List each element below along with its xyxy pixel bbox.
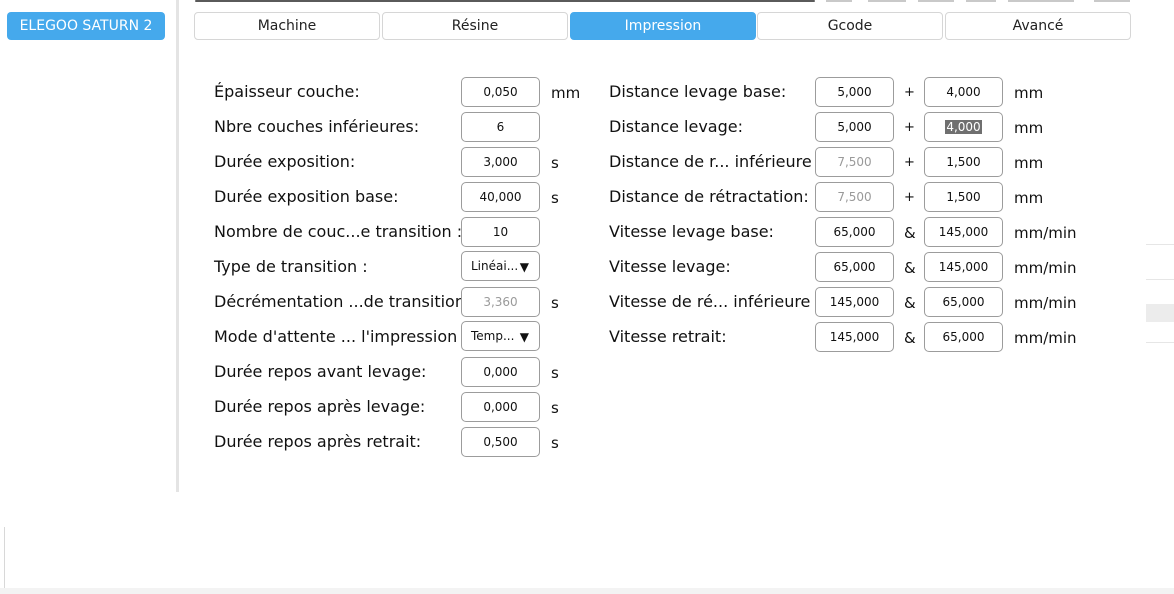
rest-after-lift-label: Durée repos après levage: <box>214 397 426 416</box>
caret-down-icon: ▼ <box>519 330 529 344</box>
top-fragment <box>1008 0 1074 2</box>
tab-resin[interactable]: Résine <box>382 12 568 40</box>
layer-thickness-input[interactable]: 0,050 <box>461 77 540 107</box>
retract-distance-input-2[interactable]: 1,500 <box>924 182 1003 212</box>
transition-decrement-unit: s <box>551 294 559 312</box>
bottom-lift-speed-input-2[interactable]: 145,000 <box>924 217 1003 247</box>
retract-speed-input-2[interactable]: 65,000 <box>924 322 1003 352</box>
tab-machine[interactable]: Machine <box>194 12 380 40</box>
bottom-exposure-label: Durée exposition base: <box>214 187 399 206</box>
top-fragment <box>868 0 906 2</box>
bottom-retract-speed-input-2[interactable]: 65,000 <box>924 287 1003 317</box>
bottom-layers-label: Nbre couches inférieures: <box>214 117 420 136</box>
bottom-retract-distance-unit: mm <box>1014 154 1044 172</box>
lift-distance-input-2[interactable]: 4,000 <box>924 112 1003 142</box>
rest-before-lift-input[interactable]: 0,000 <box>461 357 540 387</box>
bottom-retract-speed-op: & <box>904 294 916 312</box>
retract-speed-op: & <box>904 329 916 347</box>
bottom-lift-distance-label: Distance levage base: <box>609 82 787 101</box>
rest-after-retract-input[interactable]: 0,500 <box>461 427 540 457</box>
lift-distance-input-1[interactable]: 5,000 <box>815 112 894 142</box>
lift-speed-label: Vitesse levage: <box>609 257 731 276</box>
exposure-time-input[interactable]: 3,000 <box>461 147 540 177</box>
lift-speed-op: & <box>904 259 916 277</box>
wait-mode-dropdown[interactable]: Temp... ▼ <box>461 321 540 351</box>
bottom-retract-distance-label: Distance de r... inférieure : <box>609 152 823 171</box>
retract-distance-label: Distance de rétractation: <box>609 187 809 206</box>
tab-print[interactable]: Impression <box>570 12 756 40</box>
bottom-exposure-unit: s <box>551 189 559 207</box>
transition-decrement-label: Décrémentation ...de transition : <box>214 292 476 311</box>
transition-layers-input[interactable]: 10 <box>461 217 540 247</box>
lift-speed-input-1[interactable]: 65,000 <box>815 252 894 282</box>
top-fragment <box>1094 0 1130 2</box>
bottom-lift-speed-op: & <box>904 224 916 242</box>
bottom-retract-distance-op: + <box>904 155 915 170</box>
rest-after-retract-label: Durée repos après retrait: <box>214 432 422 451</box>
rest-before-lift-unit: s <box>551 364 559 382</box>
transition-type-value: Linéai... <box>471 259 519 273</box>
top-fragment <box>826 0 852 2</box>
rest-after-lift-unit: s <box>551 399 559 417</box>
bottom-retract-speed-input-1[interactable]: 145,000 <box>815 287 894 317</box>
top-fragment <box>966 0 996 2</box>
transition-layers-label: Nombre de couc...e transition : <box>214 222 463 241</box>
bottom-lift-distance-input-1[interactable]: 5,000 <box>815 77 894 107</box>
transition-decrement-input[interactable]: 3,360 <box>461 287 540 317</box>
lift-distance-op: + <box>904 120 915 135</box>
bottom-lift-speed-label: Vitesse levage base: <box>609 222 774 241</box>
wait-mode-value: Temp... <box>471 329 515 343</box>
retract-speed-label: Vitesse retrait: <box>609 327 727 346</box>
panel-edge-line <box>1146 244 1174 245</box>
top-divider <box>195 0 815 2</box>
retract-speed-input-1[interactable]: 145,000 <box>815 322 894 352</box>
exposure-time-unit: s <box>551 154 559 172</box>
rest-before-lift-label: Durée repos avant levage: <box>214 362 427 381</box>
bottom-lift-speed-unit: mm/min <box>1014 224 1077 242</box>
sidebar-separator <box>176 0 179 492</box>
lift-distance-unit: mm <box>1014 119 1044 137</box>
transition-type-dropdown[interactable]: Linéai... ▼ <box>461 251 540 281</box>
layer-thickness-unit: mm <box>551 84 581 102</box>
top-fragment <box>918 0 954 2</box>
printer-profile-button[interactable]: ELEGOO SATURN 2 <box>7 12 165 40</box>
bottom-bar <box>0 588 1174 594</box>
caret-down-icon: ▼ <box>519 260 529 274</box>
bottom-panel-border <box>4 527 5 594</box>
panel-edge-highlight <box>1146 304 1174 322</box>
retract-speed-unit: mm/min <box>1014 329 1077 347</box>
selected-text: 4,000 <box>945 120 982 134</box>
lift-distance-label: Distance levage: <box>609 117 743 136</box>
bottom-lift-distance-op: + <box>904 85 915 100</box>
bottom-exposure-input[interactable]: 40,000 <box>461 182 540 212</box>
bottom-lift-distance-input-2[interactable]: 4,000 <box>924 77 1003 107</box>
rest-after-retract-unit: s <box>551 434 559 452</box>
panel-edge-line <box>1146 342 1174 343</box>
tab-gcode[interactable]: Gcode <box>757 12 943 40</box>
wait-mode-label: Mode d'attente ... l'impression : <box>214 327 468 346</box>
retract-distance-input-1[interactable]: 7,500 <box>815 182 894 212</box>
bottom-retract-distance-input-2[interactable]: 1,500 <box>924 147 1003 177</box>
bottom-layers-input[interactable]: 6 <box>461 112 540 142</box>
panel-edge-line <box>1146 279 1174 280</box>
retract-distance-unit: mm <box>1014 189 1044 207</box>
tab-advanced[interactable]: Avancé <box>945 12 1131 40</box>
bottom-lift-speed-input-1[interactable]: 65,000 <box>815 217 894 247</box>
exposure-time-label: Durée exposition: <box>214 152 356 171</box>
lift-speed-unit: mm/min <box>1014 259 1077 277</box>
transition-type-label: Type de transition : <box>214 257 368 276</box>
layer-thickness-label: Épaisseur couche: <box>214 82 360 101</box>
rest-after-lift-input[interactable]: 0,000 <box>461 392 540 422</box>
bottom-retract-speed-unit: mm/min <box>1014 294 1077 312</box>
bottom-retract-speed-label: Vitesse de ré... inférieure : <box>609 292 821 311</box>
bottom-retract-distance-input-1[interactable]: 7,500 <box>815 147 894 177</box>
bottom-lift-distance-unit: mm <box>1014 84 1044 102</box>
retract-distance-op: + <box>904 190 915 205</box>
lift-speed-input-2[interactable]: 145,000 <box>924 252 1003 282</box>
